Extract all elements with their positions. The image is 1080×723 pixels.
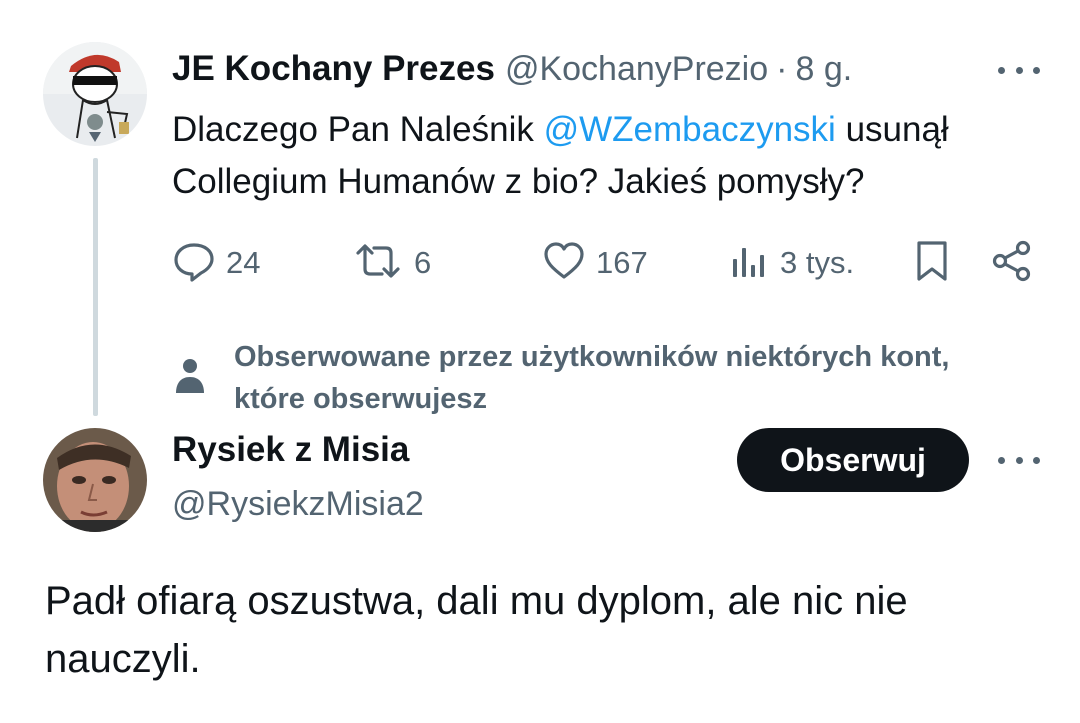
reply-author-display-name[interactable]: Rysiek z Misia — [172, 430, 409, 470]
separator-dot: · — [776, 49, 788, 88]
tweet-timestamp[interactable]: 8 g. — [795, 50, 852, 89]
repost-count: 6 — [414, 245, 432, 280]
social-context-text: Obserwowane przez użytkowników niektóryc… — [234, 341, 950, 415]
bar-chart-icon — [730, 239, 770, 288]
tweet-text-part: Dlaczego Pan Naleśnik — [172, 110, 544, 149]
like-count: 167 — [596, 245, 648, 280]
follow-button[interactable]: Obserwuj — [737, 428, 969, 492]
more-dot — [1033, 456, 1040, 464]
author-display-name[interactable]: JE Kochany Prezes — [172, 49, 495, 89]
views-count: 3 tys. — [780, 245, 855, 280]
more-dot — [1015, 456, 1023, 464]
reply-text: Padł ofiarą oszustwa, dali mu dyplom, al… — [45, 579, 908, 681]
like-button[interactable]: 167 — [542, 240, 648, 286]
tweet-header: JE Kochany Prezes @KochanyPrezio · 8 g. — [172, 44, 852, 94]
avatar-kochany-prezes[interactable] — [43, 42, 147, 146]
speech-bubble-icon — [172, 239, 216, 288]
views-button[interactable]: 3 tys. — [730, 240, 854, 286]
tweet-more-menu-button[interactable] — [994, 50, 1044, 90]
repost-arrows-icon — [352, 239, 404, 288]
share-button[interactable] — [990, 240, 1034, 286]
thread-connector-line — [93, 158, 98, 416]
author-handle[interactable]: @KochanyPrezio — [505, 50, 768, 89]
person-icon — [172, 355, 208, 395]
tweet-text: Dlaczego Pan Naleśnik @WZembaczynski usu… — [172, 104, 1052, 208]
more-dot — [1033, 66, 1040, 74]
reply-more-menu-button[interactable] — [994, 440, 1044, 480]
bookmark-button[interactable] — [912, 240, 952, 286]
repost-button[interactable]: 6 — [352, 240, 431, 286]
mention-link[interactable]: @WZembaczynski — [544, 110, 836, 149]
heart-icon — [542, 239, 586, 288]
bookmark-icon — [912, 239, 952, 288]
more-dot — [998, 456, 1005, 464]
reply-button[interactable]: 24 — [172, 240, 260, 286]
more-dot — [998, 66, 1005, 74]
reply-count: 24 — [226, 245, 261, 280]
reply-author-handle[interactable]: @RysiekzMisia2 — [172, 485, 424, 524]
more-dot — [1015, 66, 1023, 74]
share-icon — [990, 239, 1034, 288]
avatar-rysiek-z-misia[interactable] — [43, 428, 147, 532]
